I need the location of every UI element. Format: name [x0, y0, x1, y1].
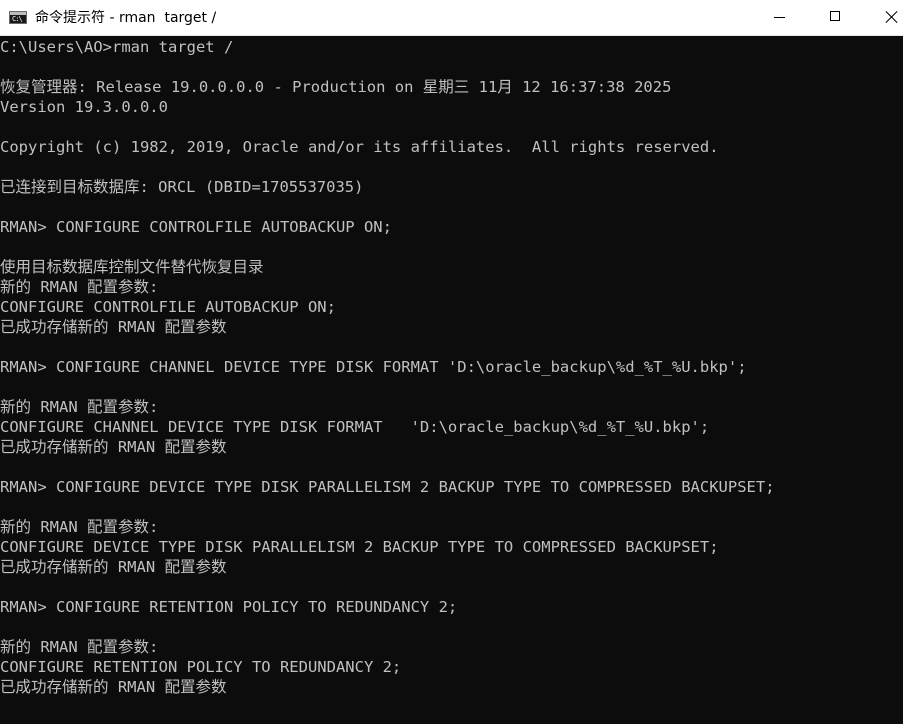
title-bar[interactable]: C:\ 命令提示符 - rman target /: [0, 0, 903, 36]
console-line: RMAN> CONFIGURE DEVICE TYPE DISK PARALLE…: [0, 478, 775, 496]
maximize-icon: [830, 11, 840, 21]
console-line: C:\Users\AO>rman target /: [0, 38, 234, 56]
console-line: 恢复管理器: Release 19.0.0.0.0 - Production o…: [0, 78, 672, 96]
console-line: 已成功存储新的 RMAN 配置参数: [0, 678, 227, 696]
console-line: 新的 RMAN 配置参数:: [0, 518, 159, 536]
maximize-button[interactable]: [806, 0, 865, 35]
close-button[interactable]: [860, 0, 903, 35]
console-line: 新的 RMAN 配置参数:: [0, 398, 159, 416]
console-line: Copyright (c) 1982, 2019, Oracle and/or …: [0, 138, 719, 156]
minimize-button[interactable]: [752, 0, 811, 35]
console-output[interactable]: C:\Users\AO>rman target / 恢复管理器: Release …: [0, 37, 903, 724]
console-line: CONFIGURE DEVICE TYPE DISK PARALLELISM 2…: [0, 538, 719, 556]
console-line: Version 19.3.0.0.0: [0, 98, 168, 116]
console-line: RMAN> CONFIGURE CHANNEL DEVICE TYPE DISK…: [0, 358, 747, 376]
console-line: 新的 RMAN 配置参数:: [0, 278, 159, 296]
window-title: 命令提示符 - rman target /: [35, 10, 217, 26]
console-line: CONFIGURE CONTROLFILE AUTOBACKUP ON;: [0, 298, 336, 316]
console-line: 已连接到目标数据库: ORCL (DBID=1705537035): [0, 178, 364, 196]
console-line: CONFIGURE RETENTION POLICY TO REDUNDANCY…: [0, 658, 402, 676]
console-line: RMAN> CONFIGURE RETENTION POLICY TO REDU…: [0, 598, 458, 616]
minimize-icon: [774, 17, 785, 18]
console-line: 使用目标数据库控制文件替代恢复目录: [0, 258, 264, 276]
console-line: RMAN> CONFIGURE CONTROLFILE AUTOBACKUP O…: [0, 218, 392, 236]
command-prompt-window: C:\ 命令提示符 - rman target / C:\Users\AO>rm…: [0, 0, 903, 724]
console-line: 已成功存储新的 RMAN 配置参数: [0, 558, 227, 576]
console-line: 已成功存储新的 RMAN 配置参数: [0, 318, 227, 336]
console-line: 已成功存储新的 RMAN 配置参数: [0, 438, 227, 456]
console-line: CONFIGURE CHANNEL DEVICE TYPE DISK FORMA…: [0, 418, 710, 436]
close-icon: [884, 9, 900, 25]
cmd-icon[interactable]: C:\: [9, 11, 27, 24]
console-line: 新的 RMAN 配置参数:: [0, 638, 159, 656]
